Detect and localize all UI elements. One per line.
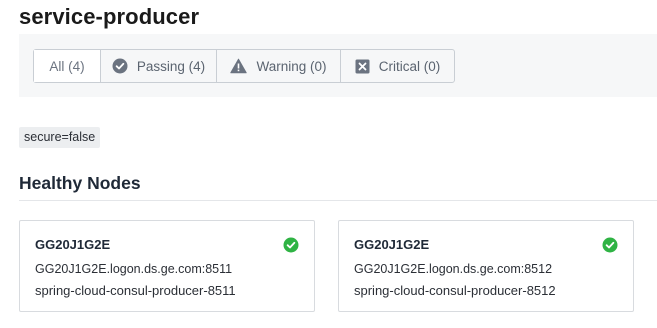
filter-all-button[interactable]: All (4) [34, 50, 101, 82]
node-card[interactable]: GG20J1G2E GG20J1G2E.logon.ds.ge.com:8512… [338, 220, 634, 312]
node-card[interactable]: GG20J1G2E GG20J1G2E.logon.ds.ge.com:8511… [19, 220, 315, 312]
x-square-icon [355, 59, 370, 74]
filter-warning-label: Warning (0) [256, 58, 327, 74]
check-circle-icon [112, 58, 128, 74]
filter-passing-button[interactable]: Passing (4) [101, 50, 217, 82]
filter-all-label: All (4) [49, 58, 85, 74]
node-service-id: spring-cloud-consul-producer-8511 [35, 283, 236, 298]
healthy-nodes-heading: Healthy Nodes [19, 173, 141, 193]
node-name[interactable]: GG20J1G2E [354, 237, 429, 252]
health-filter-group: All (4) Passing (4) Warning (0) Critical… [33, 49, 455, 83]
page-title: service-producer [19, 4, 200, 29]
warning-triangle-icon [230, 58, 248, 74]
node-address: GG20J1G2E.logon.ds.ge.com:8511 [35, 262, 233, 276]
check-circle-icon [602, 237, 618, 253]
filter-passing-label: Passing (4) [136, 58, 206, 74]
check-circle-icon [283, 237, 299, 253]
filter-critical-button[interactable]: Critical (0) [341, 50, 454, 82]
node-service-id: spring-cloud-consul-producer-8512 [354, 283, 556, 298]
filter-critical-label: Critical (0) [378, 58, 441, 74]
node-name[interactable]: GG20J1G2E [35, 237, 110, 252]
section-divider [19, 200, 657, 201]
node-address: GG20J1G2E.logon.ds.ge.com:8512 [354, 262, 553, 276]
filter-warning-button[interactable]: Warning (0) [217, 50, 341, 82]
health-filter-bar: All (4) Passing (4) Warning (0) Critical… [19, 34, 657, 97]
service-tag: secure=false [19, 127, 101, 148]
